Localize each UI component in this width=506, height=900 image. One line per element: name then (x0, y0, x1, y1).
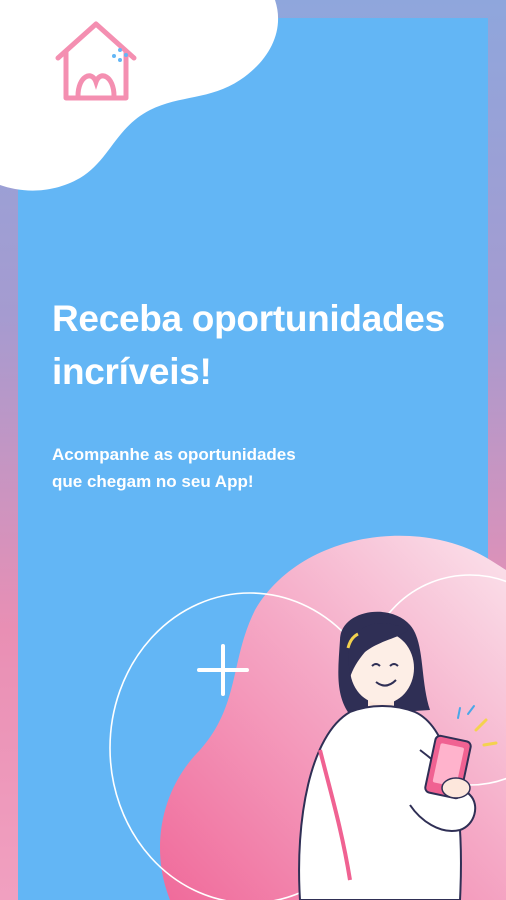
decorative-blob-top (0, 0, 279, 191)
onboarding-screen: Receba oportunidades incríveis! Acompanh… (0, 0, 506, 900)
headline: Receba oportunidades incríveis! (52, 298, 445, 392)
subtext-line-2: que chegam no seu App! (52, 472, 254, 491)
house-heart-logo-icon (55, 21, 137, 101)
subtext-line-1: Acompanhe as oportunidades (52, 445, 296, 464)
woman-with-phone-illustration-icon (298, 611, 498, 900)
plus-icon (197, 644, 249, 696)
subtext: Acompanhe as oportunidades que chegam no… (52, 441, 372, 495)
